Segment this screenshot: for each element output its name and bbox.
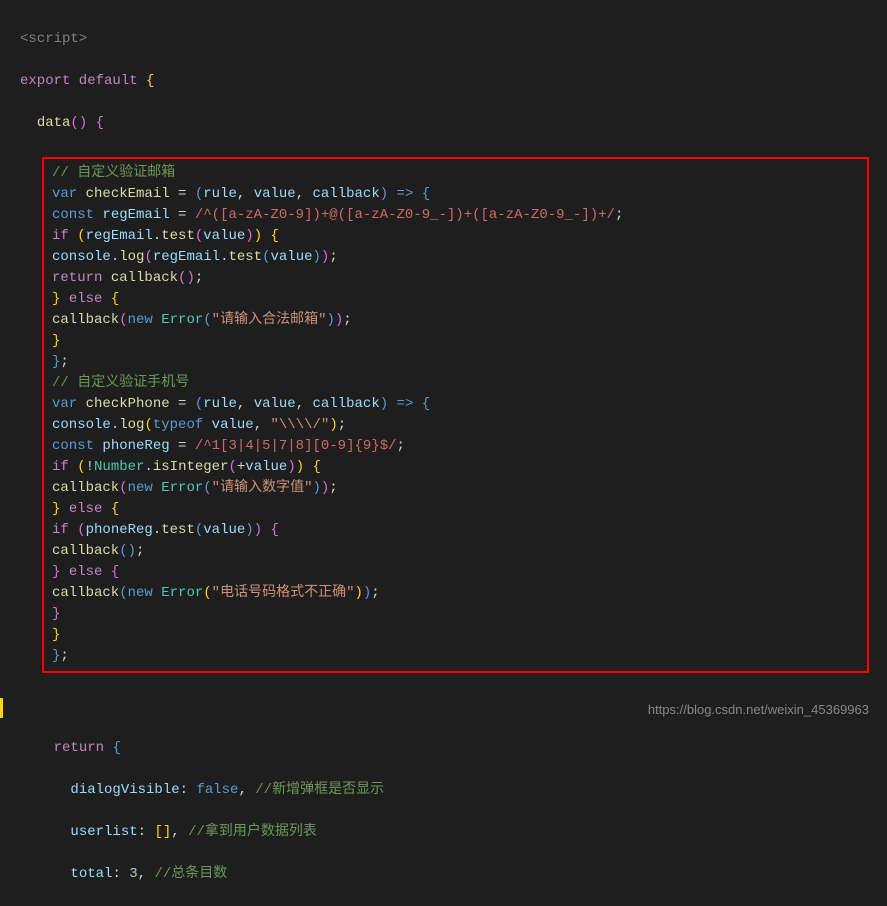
code-line: } [52,331,863,352]
highlighted-code-block: // 自定义验证邮箱 var checkEmail = (rule, value… [42,157,869,673]
code-line: console.log(typeof value, "\\\\/"); [52,415,863,436]
code-line: } [52,625,863,646]
code-line: userlist: [], //拿到用户数据列表 [20,822,887,843]
code-line: if (regEmail.test(value)) { [52,226,863,247]
code-line: callback(new Error("电话号码格式不正确")); [52,583,863,604]
code-line: }; [52,646,863,667]
code-line: // 自定义验证邮箱 [52,163,863,184]
code-line: // 自定义验证手机号 [52,373,863,394]
code-line: console.log(regEmail.test(value)); [52,247,863,268]
code-line: } else { [52,499,863,520]
code-line: const phoneReg = /^1[3|4|5|7|8][0-9]{9}$… [52,436,863,457]
code-line: callback(new Error("请输入合法邮箱")); [52,310,863,331]
code-line: if (phoneReg.test(value)) { [52,520,863,541]
code-line: return callback(); [52,268,863,289]
code-line: dialogVisible: false, //新增弹框是否显示 [20,780,887,801]
code-line: if (!Number.isInteger(+value)) { [52,457,863,478]
code-line: data() { [20,113,887,134]
code-line: callback(); [52,541,863,562]
code-line: } else { [52,562,863,583]
code-line: <script> [20,29,887,50]
code-line: } else { [52,289,863,310]
watermark-text: https://blog.csdn.net/weixin_45369963 [648,700,869,720]
code-line: } [52,604,863,625]
code-line: return { [20,738,887,759]
code-line: export default { [20,71,887,92]
code-line: callback(new Error("请输入数字值")); [52,478,863,499]
code-line: total: 3, //总条目数 [20,864,887,885]
code-line: var checkEmail = (rule, value, callback)… [52,184,863,205]
code-editor[interactable]: <script> export default { data() { [0,8,887,155]
code-line: var checkPhone = (rule, value, callback)… [52,394,863,415]
code-line: }; [52,352,863,373]
gutter-marker [0,698,3,718]
code-line: const regEmail = /^([a-zA-Z0-9])+@([a-zA… [52,205,863,226]
